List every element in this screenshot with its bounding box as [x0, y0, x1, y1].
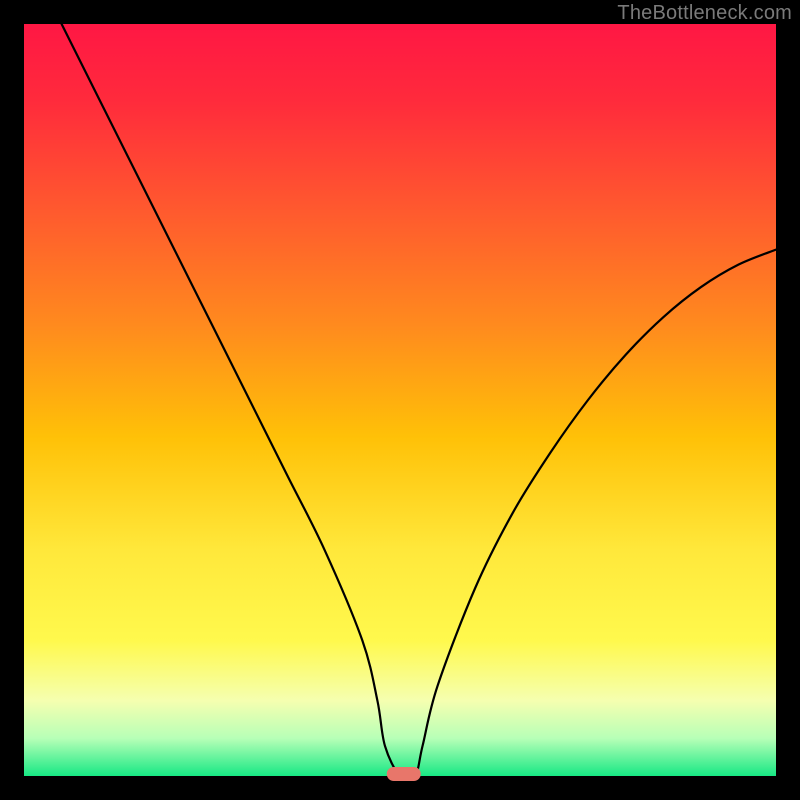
- watermark-label: TheBottleneck.com: [617, 2, 792, 25]
- chart-frame: TheBottleneck.com: [0, 0, 800, 800]
- plot-background: [24, 24, 776, 776]
- bottleneck-chart: [0, 0, 800, 800]
- optimum-marker: [387, 767, 421, 781]
